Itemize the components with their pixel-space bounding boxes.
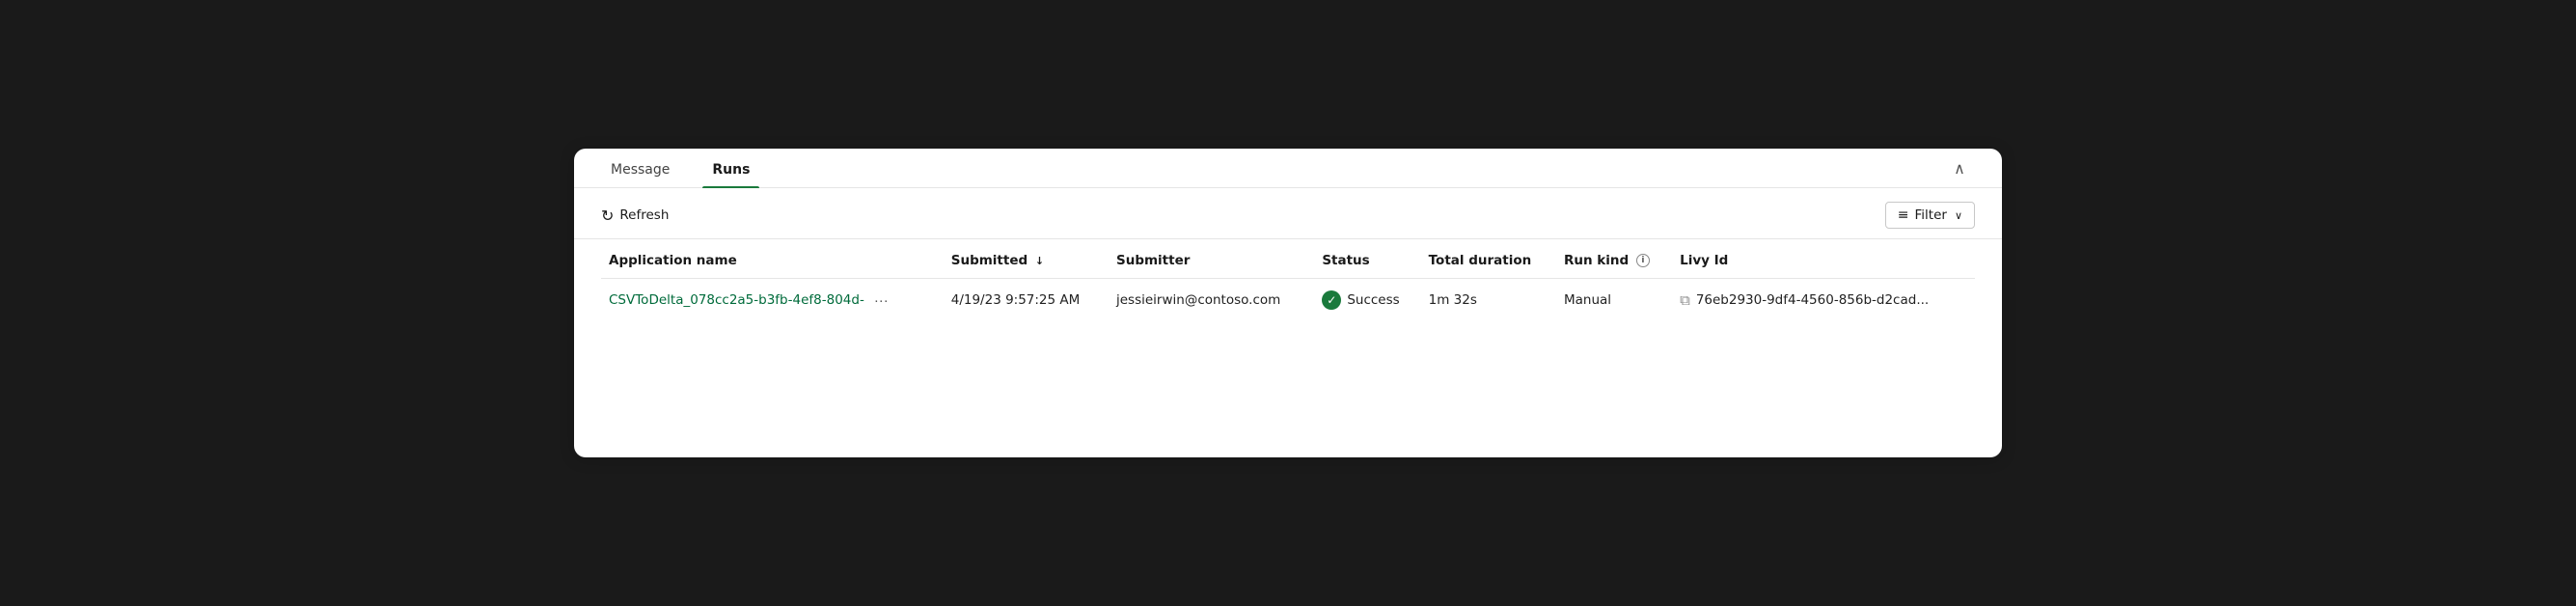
cell-run-kind: Manual xyxy=(1556,279,1672,322)
refresh-button[interactable]: ↻ Refresh xyxy=(601,207,669,225)
app-name-link[interactable]: CSVToDelta_078cc2a5-b3fb-4ef8-804d- xyxy=(609,292,864,308)
col-status: Status xyxy=(1314,239,1420,279)
table-row: CSVToDelta_078cc2a5-b3fb-4ef8-804d- ··· … xyxy=(601,279,1975,322)
cell-submitter: jessieirwin@contoso.com xyxy=(1109,279,1314,322)
cell-submitted: 4/19/23 9:57:25 AM xyxy=(944,279,1109,322)
toolbar: ↻ Refresh ≡ Filter ∨ xyxy=(574,188,2002,239)
refresh-icon: ↻ xyxy=(601,207,614,225)
tabs-bar: Message Runs ∧ xyxy=(574,149,2002,188)
col-app-name: Application name xyxy=(601,239,944,279)
cell-status: ✓ Success xyxy=(1314,279,1420,322)
tab-runs[interactable]: Runs xyxy=(702,149,759,187)
tab-message[interactable]: Message xyxy=(601,149,679,187)
chevron-down-icon: ∨ xyxy=(1955,209,1962,222)
col-run-kind: Run kind i xyxy=(1556,239,1672,279)
livy-id-value: 76eb2930-9df4-4560-856b-d2cad... xyxy=(1696,292,1929,308)
refresh-label: Refresh xyxy=(619,207,669,223)
main-card: Message Runs ∧ ↻ Refresh ≡ Filter ∨ Appl… xyxy=(574,149,2002,457)
filter-label: Filter xyxy=(1915,207,1947,223)
app-name-ellipsis-button[interactable]: ··· xyxy=(870,292,892,309)
cell-total-duration: 1m 32s xyxy=(1421,279,1556,322)
table-header-row: Application name Submitted ↓ Submitter S… xyxy=(601,239,1975,279)
col-total-duration: Total duration xyxy=(1421,239,1556,279)
cell-app-name: CSVToDelta_078cc2a5-b3fb-4ef8-804d- ··· xyxy=(601,279,944,322)
status-label: Success xyxy=(1347,292,1399,308)
filter-button[interactable]: ≡ Filter ∨ xyxy=(1885,202,1975,229)
col-submitter: Submitter xyxy=(1109,239,1314,279)
run-kind-info-icon[interactable]: i xyxy=(1636,254,1650,267)
filter-icon: ≡ xyxy=(1898,207,1909,223)
cell-livy-id: ⧉ 76eb2930-9df4-4560-856b-d2cad... xyxy=(1672,279,1975,322)
collapse-icon[interactable]: ∧ xyxy=(1944,156,1975,187)
copy-livy-id-icon[interactable]: ⧉ xyxy=(1680,291,1690,309)
col-submitted: Submitted ↓ xyxy=(944,239,1109,279)
status-success-icon: ✓ xyxy=(1322,290,1341,310)
col-livy-id: Livy Id xyxy=(1672,239,1975,279)
table-container: Application name Submitted ↓ Submitter S… xyxy=(574,239,2002,341)
sort-submitted-icon[interactable]: ↓ xyxy=(1035,255,1044,267)
runs-table: Application name Submitted ↓ Submitter S… xyxy=(601,239,1975,321)
